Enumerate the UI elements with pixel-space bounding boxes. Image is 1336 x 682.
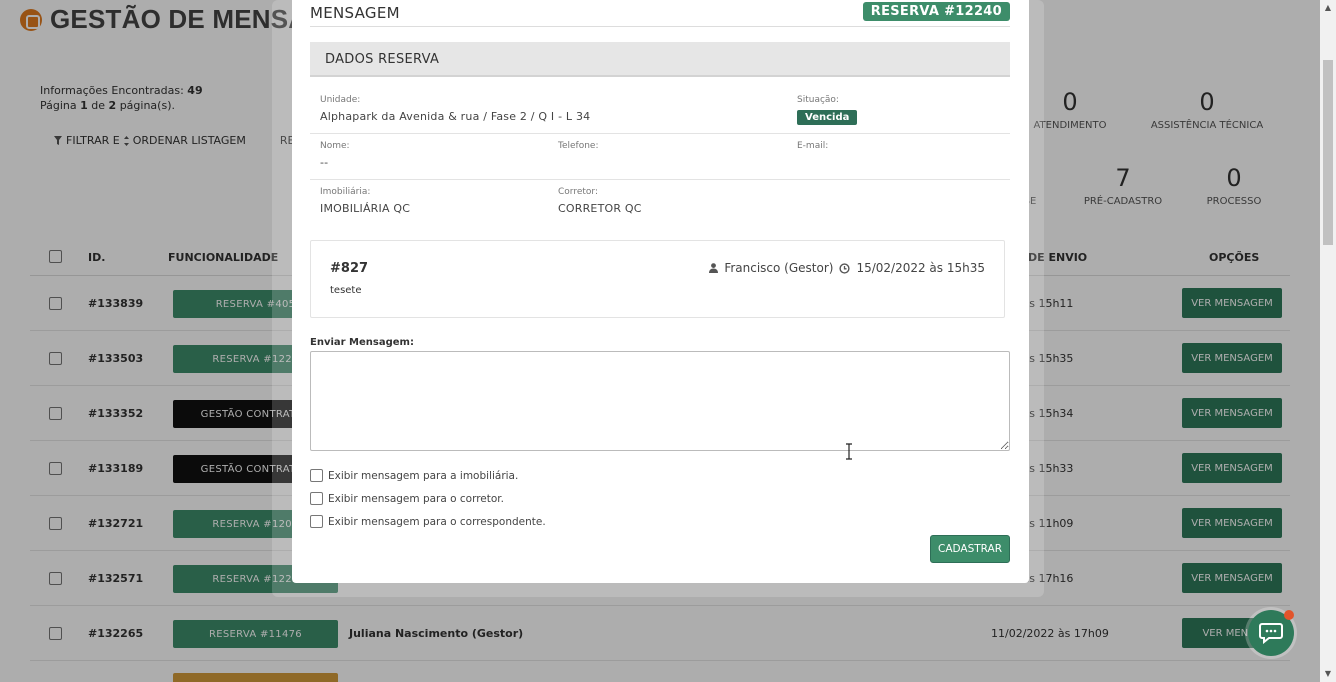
notification-dot xyxy=(1284,610,1294,620)
user-icon xyxy=(709,263,719,273)
scrollbar-thumb[interactable] xyxy=(1323,60,1333,245)
section-title: DADOS RESERVA xyxy=(325,52,440,67)
field-unidade: Unidade: Alphapark da Avenida & rua / Fa… xyxy=(320,95,591,123)
chat-widget-button[interactable] xyxy=(1248,610,1294,656)
reserva-badge: RESERVA #12240 xyxy=(862,2,1010,21)
checkbox-correspondente-box[interactable] xyxy=(310,515,323,528)
send-message-label: Enviar Mensagem: xyxy=(310,337,414,348)
message-card: #827 tesete Francisco (Gestor) 15/02/202… xyxy=(310,240,1005,318)
message-datetime: 15/02/2022 às 15h35 xyxy=(856,261,985,275)
text-cursor-icon xyxy=(846,443,852,460)
field-situacao: Situação: Vencida xyxy=(797,95,858,125)
divider xyxy=(310,179,1010,180)
field-corretor: Corretor: CORRETOR QC xyxy=(558,187,642,215)
scroll-down-arrow-icon[interactable]: ▼ xyxy=(1320,666,1336,682)
field-telefone: Telefone: xyxy=(558,141,599,151)
checkbox-corretor-box[interactable] xyxy=(310,492,323,505)
message-text: tesete xyxy=(330,285,362,296)
checkbox-imobiliaria[interactable]: Exibir mensagem para a imobiliária. xyxy=(310,469,518,482)
modal-title: MENSAGEM xyxy=(310,4,400,22)
field-nome: Nome: -- xyxy=(320,141,350,169)
message-meta: Francisco (Gestor) 15/02/2022 às 15h35 xyxy=(709,261,985,275)
section-dados-reserva: DADOS RESERVA xyxy=(310,42,1010,77)
chat-icon xyxy=(1259,623,1283,644)
status-badge: Vencida xyxy=(797,110,858,125)
message-number: #827 xyxy=(330,261,369,276)
message-author: Francisco (Gestor) xyxy=(724,261,834,275)
field-imobiliaria: Imobiliária: IMOBILIÁRIA QC xyxy=(320,187,411,215)
clock-icon xyxy=(839,262,851,274)
scroll-up-arrow-icon[interactable]: ▲ xyxy=(1320,0,1336,16)
field-email: E-mail: xyxy=(797,141,829,151)
message-modal: MENSAGEM RESERVA #12240 DADOS RESERVA Un… xyxy=(292,0,1029,583)
page-scrollbar[interactable]: ▲ ▼ xyxy=(1320,0,1336,682)
checkbox-corretor[interactable]: Exibir mensagem para o corretor. xyxy=(310,492,504,505)
modal-header: MENSAGEM RESERVA #12240 xyxy=(310,0,1010,27)
checkbox-imobiliaria-box[interactable] xyxy=(310,469,323,482)
message-textarea[interactable] xyxy=(310,351,1010,451)
cadastrar-button[interactable]: CADASTRAR xyxy=(930,535,1010,563)
checkbox-correspondente[interactable]: Exibir mensagem para o correspondente. xyxy=(310,515,546,528)
divider xyxy=(310,133,1010,134)
